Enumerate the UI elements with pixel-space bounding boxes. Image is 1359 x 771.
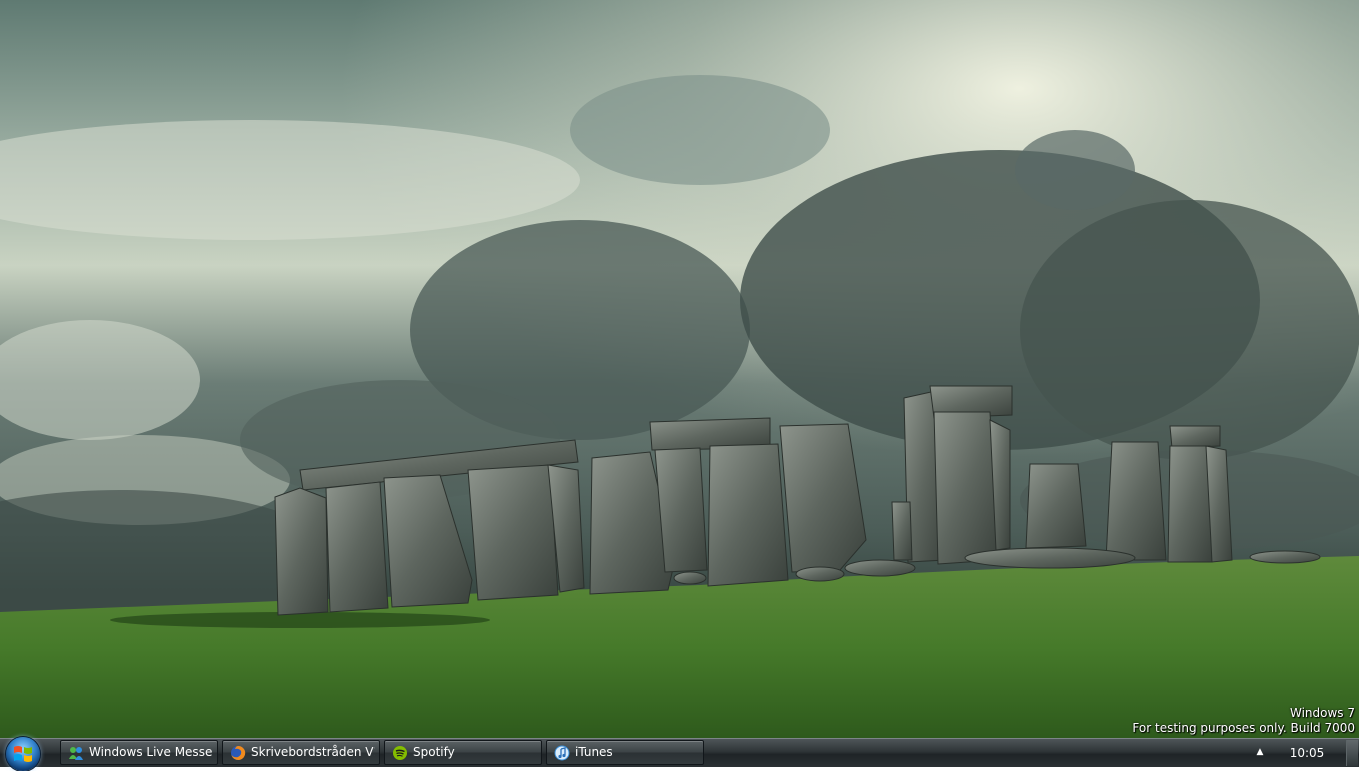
build-watermark: Windows 7 For testing purposes only. Bui… (1132, 706, 1355, 736)
taskbar-item-label: Skrivebordstråden V1... (251, 745, 375, 759)
windows-live-messenger-icon (69, 747, 83, 760)
chevron-up-icon[interactable]: ▲ (1254, 743, 1266, 761)
windows-logo-icon (14, 746, 32, 762)
firefox-icon (231, 745, 246, 760)
stonehenge-wallpaper (0, 0, 1359, 738)
taskbar-item-messenger[interactable]: Windows Live Messe... (60, 740, 218, 765)
taskbar-item-label: Spotify (413, 745, 455, 759)
show-desktop-button[interactable] (1346, 740, 1358, 766)
itunes-icon (554, 745, 570, 761)
clock[interactable]: 10:05 (1276, 739, 1338, 767)
taskbar-item-label: Windows Live Messe... (89, 745, 213, 759)
spotify-icon (393, 746, 407, 760)
watermark-os-name: Windows 7 (1289, 706, 1355, 720)
desktop[interactable]: Windows 7 For testing purposes only. Bui… (0, 0, 1359, 738)
taskbar-item-itunes[interactable]: iTunes (546, 740, 704, 765)
taskbar: Windows Live Messe... Skrivebordstråden … (0, 737, 1359, 771)
watermark-build-info: For testing purposes only. Build 7000 (1132, 721, 1355, 735)
taskbar-item-spotify[interactable]: Spotify (384, 740, 542, 765)
start-button[interactable] (6, 737, 40, 771)
taskbar-item-firefox[interactable]: Skrivebordstråden V1... (222, 740, 380, 765)
taskbar-item-label: iTunes (575, 745, 613, 759)
